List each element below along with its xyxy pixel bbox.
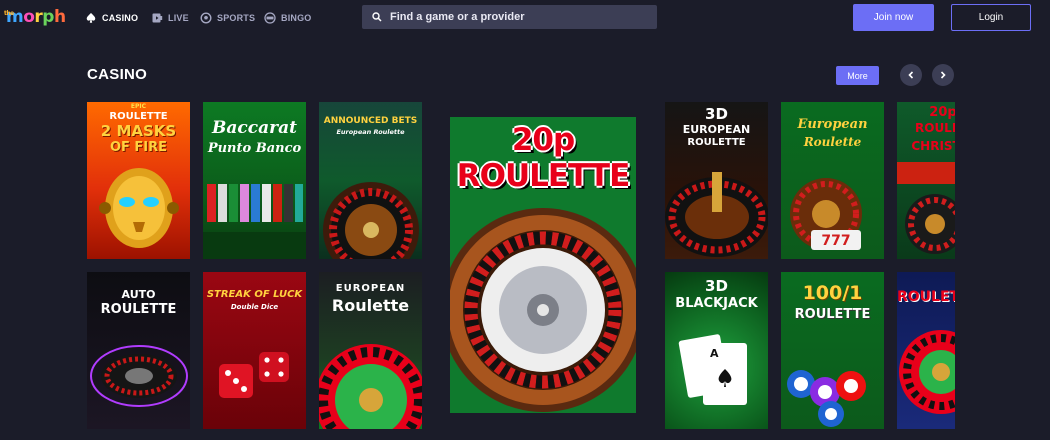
join-now-button[interactable]: Join now	[853, 4, 934, 31]
game-title-line: Double Dice	[230, 303, 279, 311]
game-title-line: European	[797, 117, 868, 132]
game-title-line: 2 MASKS	[100, 122, 177, 140]
more-button[interactable]: More	[836, 66, 879, 85]
game-tile-european-roulette-slot[interactable]: European Roulette 777	[781, 102, 884, 259]
login-button[interactable]: Login	[951, 4, 1031, 31]
nav-sports-label: SPORTS	[217, 13, 256, 23]
search-placeholder: Find a game or a provider	[390, 11, 525, 23]
game-tile-european-roulette[interactable]: EUROPEAN Roulette	[319, 272, 422, 429]
site-logo[interactable]: the morph	[4, 7, 66, 27]
game-title-line: OF FIRE	[109, 140, 168, 155]
game-tile-roulette[interactable]: ROULETTE	[897, 272, 955, 429]
game-title-line: 3D	[705, 105, 728, 123]
nav-casino-label: CASINO	[102, 13, 139, 23]
nav-bingo-label: BINGO	[281, 13, 312, 23]
svg-text:777: 777	[821, 233, 850, 249]
game-tile-3d-european-roulette[interactable]: 3D EUROPEAN ROULETTE	[665, 102, 768, 259]
search-input[interactable]: Find a game or a provider	[362, 5, 657, 29]
game-tile-announced-bets[interactable]: ANNOUNCED BETS European Roulette	[319, 102, 422, 259]
nav-bingo[interactable]: BINGO	[264, 12, 312, 24]
game-tile-streak-of-luck[interactable]: STREAK OF LUCK Double Dice	[203, 272, 306, 429]
logo-p: p	[42, 7, 54, 27]
chip-stacks-icon	[203, 184, 306, 259]
game-title-line: EPIC	[130, 103, 147, 110]
top-bar: the morph CASINO LIVE SPORTS BINGO Find a…	[0, 0, 1050, 34]
game-title-line: Roulette	[331, 296, 410, 315]
logo-the: the	[4, 10, 14, 17]
login-label: Login	[978, 12, 1004, 23]
logo-h: h	[53, 7, 66, 27]
game-title-line: EUROPEAN	[335, 283, 406, 294]
carousel-next-button[interactable]	[932, 64, 954, 86]
search-icon	[372, 12, 382, 22]
roulette-wheel-icon	[319, 344, 422, 429]
game-title-line: ROULETTE	[100, 302, 177, 317]
game-tile-auto-roulette[interactable]: AUTO ROULETTE	[87, 272, 190, 429]
playing-cards-icon: A	[678, 334, 747, 405]
join-now-label: Join now	[873, 12, 914, 23]
game-title-line: CHRISTMAS	[911, 139, 955, 153]
roulette-table-icon	[897, 162, 955, 254]
more-label: More	[847, 70, 868, 81]
game-title-line: 100/1	[802, 282, 863, 304]
game-title-line: STREAK OF LUCK	[206, 289, 303, 300]
section-title: CASINO	[87, 66, 148, 83]
nav-sports[interactable]: SPORTS	[200, 12, 255, 24]
golden-mask-icon	[99, 168, 179, 248]
slot-roulette-icon: 777	[790, 178, 862, 250]
roulette-wheel-icon	[899, 330, 955, 414]
game-tile-3d-blackjack[interactable]: 3D BLACKJACK A	[665, 272, 768, 429]
roulette-wheel-icon	[323, 182, 419, 259]
game-tile-100-1-roulette[interactable]: 100/1 ROULETTE	[781, 272, 884, 429]
game-title-line: ANNOUNCED BETS	[323, 116, 418, 126]
chevron-left-icon	[908, 71, 914, 79]
game-title-line: EUROPEAN	[682, 123, 751, 136]
roulette-wheel-icon	[90, 345, 188, 407]
nav-casino[interactable]: CASINO	[85, 12, 138, 24]
sports-ball-icon	[200, 12, 212, 24]
logo-o: o	[23, 7, 35, 27]
game-title-line: ROULETTE	[897, 289, 955, 305]
game-title-line: ROULETTE	[109, 111, 168, 122]
nav-live[interactable]: LIVE	[151, 12, 189, 24]
game-title-line: ROULETTE	[687, 137, 746, 148]
game-title-line: Baccarat	[212, 118, 297, 138]
game-tile-roulette-2-masks-of-fire[interactable]: EPIC ROULETTE 2 MASKS OF FIRE	[87, 102, 190, 259]
live-icon	[152, 13, 163, 23]
roulette-wheel-icon	[665, 172, 768, 257]
roulette-wheel-large-icon	[450, 208, 636, 412]
casino-chips-icon	[787, 370, 866, 427]
game-tile-20p-roulette-christmas[interactable]: 20p ROULETTE CHRISTMAS	[897, 102, 955, 259]
svg-text:A: A	[710, 347, 719, 360]
game-tile-baccarat[interactable]: Baccarat Punto Banco	[203, 102, 306, 259]
carousel-prev-button[interactable]	[900, 64, 922, 86]
game-title-line: ROULETTE	[794, 307, 871, 322]
game-title-line: ROULETTE	[915, 121, 955, 135]
nav-live-label: LIVE	[168, 13, 189, 23]
game-title-line: Roulette	[803, 135, 862, 149]
game-title-line: 3D	[705, 277, 728, 295]
bingo-icon	[264, 12, 276, 24]
game-title-line: Punto Banco	[207, 141, 302, 156]
featured-game-title: 20p ROULETTE	[456, 122, 631, 194]
dice-icon	[219, 352, 289, 398]
game-title-line: 20p	[929, 105, 955, 120]
game-title-line: AUTO	[121, 288, 156, 301]
game-title-line: European Roulette	[336, 128, 405, 136]
spade-icon	[86, 13, 96, 23]
game-title-line: BLACKJACK	[675, 296, 758, 311]
chevron-right-icon	[940, 71, 946, 79]
